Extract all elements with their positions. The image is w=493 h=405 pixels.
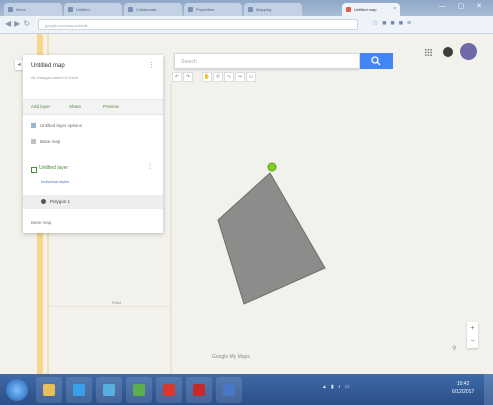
map-legend-panel: Untitled map ⋮ All changes saved in Driv…	[23, 55, 163, 233]
close-tab-icon[interactable]: ×	[393, 3, 396, 16]
more-options-icon[interactable]: ⋮	[148, 61, 155, 69]
tab-favicon-icon	[248, 7, 253, 12]
collapse-panel-icon[interactable]: ◂	[15, 60, 23, 70]
layer-checkbox[interactable]	[31, 167, 37, 173]
browser-tab[interactable]: Collaborate	[124, 3, 182, 16]
hand-tool-button[interactable]: ✋	[202, 72, 212, 82]
volume-icon[interactable]: ◖	[338, 384, 345, 390]
layer-icon	[31, 123, 36, 129]
street-view-icon[interactable]: ⚲	[452, 345, 456, 352]
forward-icon[interactable]: ▶	[14, 19, 23, 28]
zoom-out-button[interactable]: −	[467, 335, 478, 348]
browser-tab-strip: Inbox Untitled Collaborate Properties Ma…	[0, 0, 493, 16]
map-icon	[31, 139, 36, 145]
network-icon[interactable]: ▮	[331, 384, 338, 390]
directions-tool-button[interactable]: ↪	[235, 72, 245, 82]
preview-button[interactable]: Preview	[103, 100, 119, 114]
tab-favicon-icon	[346, 7, 351, 12]
redo-button[interactable]: ↷	[183, 72, 193, 82]
extension-icon[interactable]: ■	[391, 20, 399, 27]
avatar[interactable]	[460, 43, 477, 60]
window-controls[interactable]: — ▢ ✕	[439, 2, 487, 10]
style-link[interactable]: Individual styles	[41, 179, 69, 184]
layer-menu-icon[interactable]: ⋮	[147, 163, 153, 170]
browser-tab[interactable]: Properties	[184, 3, 242, 16]
chrome-icon	[163, 384, 175, 396]
ie-icon	[73, 384, 85, 396]
search-button[interactable]	[360, 53, 393, 69]
app-icon	[133, 384, 145, 396]
taskbar-app-button[interactable]	[126, 377, 152, 403]
nav-buttons[interactable]: ◀▶↻	[5, 19, 33, 28]
tab-favicon-icon	[128, 7, 133, 12]
panel-actions: Add layer Share Preview	[23, 99, 163, 115]
tab-favicon-icon	[68, 7, 73, 12]
line-tool-button[interactable]: ∿	[224, 72, 234, 82]
map-label: Field	[112, 300, 121, 305]
clock-date: 6/12/2017	[452, 389, 475, 395]
zoom-control: + −	[467, 322, 478, 348]
battery-icon[interactable]: ▭	[345, 384, 354, 390]
map-title[interactable]: Untitled map	[31, 63, 65, 69]
search-icon	[371, 56, 381, 66]
taskbar-app-button[interactable]	[156, 377, 182, 403]
url-input[interactable]: google.com/maps/d/edit	[38, 19, 358, 30]
clock-time: 10:42	[456, 381, 470, 387]
save-status: All changes saved in Drive	[31, 75, 79, 80]
taskbar-app-button[interactable]	[186, 377, 212, 403]
back-icon[interactable]: ◀	[5, 19, 14, 28]
tab-favicon-icon	[188, 7, 193, 12]
apps-grid-icon[interactable]	[425, 49, 432, 56]
taskbar-clock[interactable]: 10:42 6/12/2017	[452, 380, 474, 396]
reload-icon[interactable]: ↻	[23, 19, 33, 28]
app-icon	[223, 384, 235, 396]
search-input[interactable]: Search	[174, 53, 360, 69]
menu-icon[interactable]: ≡	[407, 20, 415, 27]
taskbar-app-button[interactable]	[96, 377, 122, 403]
tab-favicon-icon	[8, 7, 13, 12]
polygon-shape[interactable]	[217, 172, 326, 305]
measure-tool-button[interactable]: ▭	[246, 72, 256, 82]
base-map-toggle[interactable]: Base map	[31, 220, 51, 225]
notifications-icon[interactable]	[443, 47, 453, 57]
zoom-in-button[interactable]: +	[467, 322, 478, 335]
star-icon[interactable]: ☆	[372, 20, 382, 27]
map-attribution: Google My Maps	[212, 354, 250, 360]
browser-tab-active[interactable]: Untitled map ×	[342, 3, 400, 16]
marker-tool-button[interactable]: ⚲	[213, 72, 223, 82]
base-map-row[interactable]: Base map	[31, 139, 60, 145]
folder-icon	[43, 384, 55, 396]
layer-options-row[interactable]: Untitled layer options	[31, 123, 82, 129]
browser-tab[interactable]: Untitled	[64, 3, 122, 16]
marker-icon[interactable]	[267, 162, 277, 172]
share-button[interactable]: Share	[69, 100, 81, 114]
extension-icon[interactable]: ■	[382, 20, 390, 27]
taskbar-app-button[interactable]	[36, 377, 62, 403]
layer-name[interactable]: Untitled layer	[39, 165, 68, 171]
browser-tab[interactable]: Inbox	[4, 3, 62, 16]
system-tray[interactable]: ▲▮◖▭	[322, 384, 353, 390]
polygon-icon	[41, 199, 46, 204]
undo-button[interactable]: ↶	[172, 72, 182, 82]
browser-tab[interactable]: Mapping	[244, 3, 302, 16]
acrobat-icon	[193, 384, 205, 396]
start-button[interactable]	[6, 379, 28, 401]
show-desktop-button[interactable]	[484, 374, 493, 405]
app-icon	[103, 384, 115, 396]
flag-icon[interactable]: ▲	[322, 384, 331, 390]
add-layer-button[interactable]: Add layer	[31, 100, 50, 114]
extension-icons[interactable]: ☆■■■≡	[372, 19, 415, 27]
taskbar-app-button[interactable]	[66, 377, 92, 403]
taskbar-app-button[interactable]	[216, 377, 242, 403]
extension-icon[interactable]: ■	[399, 20, 407, 27]
feature-label[interactable]: Polygon 1	[50, 199, 70, 204]
